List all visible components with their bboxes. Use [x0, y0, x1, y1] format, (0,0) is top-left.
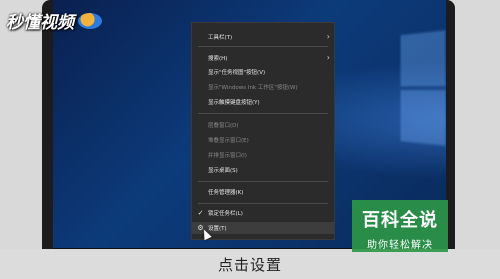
- chevron-right-icon: ›: [326, 32, 330, 41]
- baike-title: 百科全说: [362, 210, 438, 231]
- menu-divider: [198, 113, 328, 114]
- watermark-logo-icon: [78, 12, 102, 29]
- menu-item-touch-keyboard[interactable]: 显示触摸键盘按钮(Y): [192, 96, 334, 108]
- windows-logo-wallpaper: [400, 23, 446, 157]
- checkmark-icon: ✓: [197, 209, 204, 217]
- menu-item-cascade[interactable]: 层叠窗口(D): [192, 119, 334, 131]
- menu-divider: [198, 46, 328, 47]
- baike-subtitle: 助你轻松解决: [367, 240, 433, 251]
- watermark-text: 秒懂视频: [6, 13, 74, 33]
- menu-item-show-desktop[interactable]: 显示桌面(S): [192, 164, 334, 176]
- menu-item-toolbars[interactable]: 工具栏(T) ›: [192, 31, 334, 43]
- menu-item-search[interactable]: 搜索(H) ›: [192, 52, 334, 64]
- menu-divider: [198, 203, 328, 204]
- menu-item-lock-taskbar[interactable]: ✓ 锁定任务栏(L): [192, 207, 334, 219]
- taskbar-context-menu: 工具栏(T) › 搜索(H) › 显示"任务视图"按钮(V) 显示"Window…: [191, 22, 335, 240]
- baike-watermark-badge: 百科全说 助你轻松解决: [352, 200, 448, 252]
- caption-text: 点击设置: [217, 255, 282, 274]
- menu-divider: [198, 181, 328, 182]
- menu-item-side-by-side[interactable]: 并排显示窗口(I): [192, 149, 334, 161]
- menu-item-settings[interactable]: ⚙ 设置(T): [192, 222, 334, 234]
- menu-item-stacked[interactable]: 堆叠显示窗口(E): [192, 134, 334, 146]
- video-watermark: 秒懂视频: [6, 8, 102, 33]
- menu-item-windows-ink[interactable]: 显示"Windows Ink 工作区"按钮(W): [192, 81, 334, 93]
- video-caption: 点击设置: [0, 249, 500, 279]
- menu-item-task-manager[interactable]: 任务管理器(K): [192, 186, 334, 198]
- menu-item-task-view[interactable]: 显示"任务视图"按钮(V): [192, 66, 334, 78]
- chevron-right-icon: ›: [326, 53, 330, 62]
